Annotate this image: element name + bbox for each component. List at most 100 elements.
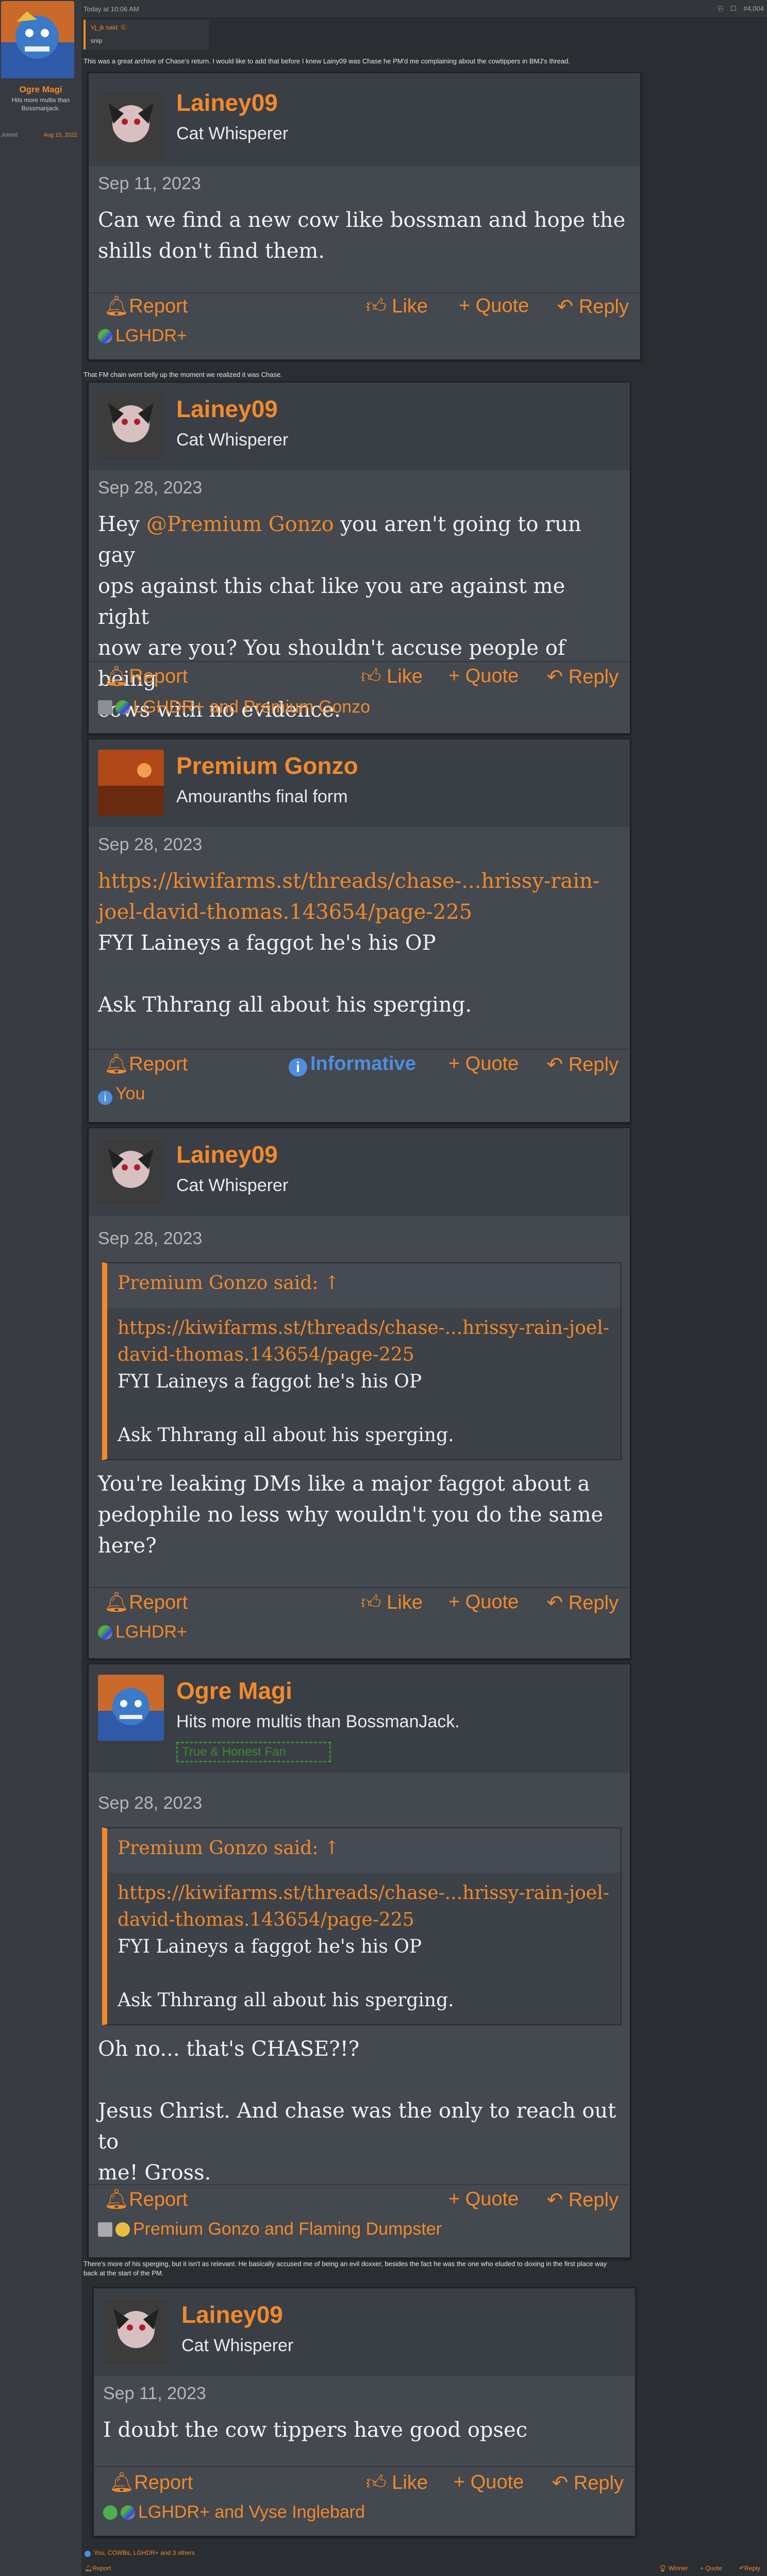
card-username: Ogre Magi bbox=[176, 1677, 292, 1704]
message-line: Can we find a new cow like bossman and h… bbox=[98, 208, 626, 232]
divider bbox=[89, 1049, 630, 1050]
report-button: 🔔︎Report bbox=[104, 1053, 188, 1075]
card-message: You're leaking DMs like a major faggot a… bbox=[98, 1468, 621, 1561]
document-icon bbox=[98, 700, 112, 715]
card-date: Sep 11, 2023 bbox=[98, 174, 201, 193]
message-line: You're leaking DMs like a major faggot a… bbox=[98, 1472, 590, 1496]
info-icon bbox=[85, 2551, 91, 2557]
rainbow-icon bbox=[98, 329, 112, 343]
message-line: Jesus Christ. And chase was the only to … bbox=[98, 2099, 616, 2154]
avatar bbox=[98, 1675, 164, 1741]
avatar bbox=[98, 93, 164, 159]
bookmark-icon[interactable]: ☐ bbox=[730, 5, 737, 12]
screenshot-card: Lainey09 Cat Whisperer Sep 11, 2023 I do… bbox=[93, 2287, 636, 2537]
card-message: Oh no... that's CHASE?!? Jesus Christ. A… bbox=[98, 2034, 621, 2188]
message-line: shills don't find them. bbox=[98, 239, 325, 263]
post-header: Today at 10:06 AM ⎘ ☐ #4,004 bbox=[81, 0, 767, 18]
post-reactions[interactable]: You, COWBs, LGHDR+ and 3 others bbox=[85, 2549, 195, 2557]
report-button: 🔔︎Report bbox=[109, 2472, 193, 2494]
rainbow-icon bbox=[121, 2505, 135, 2520]
report-button: 🔔︎Report bbox=[104, 1592, 188, 1613]
post-text-mid: That FM chain went belly up the moment w… bbox=[84, 371, 282, 378]
bell-icon: 🔔︎ bbox=[104, 1592, 129, 1613]
info-icon: i bbox=[289, 1058, 307, 1077]
screenshot-card: Lainey09 Cat Whisperer Sep 11, 2023 Can … bbox=[88, 72, 641, 360]
bell-icon: 🔔︎ bbox=[104, 666, 129, 687]
screenshot-card: Lainey09 Cat Whisperer Sep 28, 2023 Hey … bbox=[88, 382, 631, 734]
message-line: Ask Thhrang all about his sperging. bbox=[98, 993, 472, 1017]
post-text-end: There's more of his sperging, but it isn… bbox=[84, 2260, 607, 2268]
informative-reaction: i Informative bbox=[289, 1053, 416, 1077]
quote-button: + Quote bbox=[448, 1053, 519, 1075]
message-line: ops against this chat like you are again… bbox=[98, 574, 565, 629]
bell-icon: 🔔︎ bbox=[104, 2189, 129, 2210]
author-name[interactable]: Ogre Magi bbox=[0, 85, 81, 95]
reply-button[interactable]: ↶Reply bbox=[739, 2565, 760, 2572]
quote-author[interactable]: Vj_jk said: Ⓒ bbox=[91, 23, 127, 31]
winner-button[interactable]: 🏆︎ Winner bbox=[659, 2565, 688, 2572]
reply-button: ↶ Reply bbox=[546, 2189, 619, 2211]
post-number[interactable]: #4,004 bbox=[743, 5, 764, 12]
card-actions: 🔔︎Report 👍︎ Like + Quote ↶ Reply bbox=[103, 2471, 628, 2502]
bbcode-quote: Vj_jk said: Ⓒ snip bbox=[84, 20, 209, 49]
report-button: 🔔︎Report bbox=[104, 295, 188, 317]
quote-button: + Quote bbox=[454, 2471, 524, 2493]
like-button: 👍︎ Like bbox=[366, 295, 428, 317]
reply-icon: ↶ bbox=[552, 2472, 569, 2494]
reaction-summary: LGHDR+ bbox=[98, 326, 187, 346]
card-message: Can we find a new cow like bossman and h… bbox=[98, 205, 631, 267]
thumbs-up-icon: 👍︎ bbox=[366, 295, 387, 317]
reply-button: ↶ Reply bbox=[546, 1592, 619, 1614]
avatar[interactable] bbox=[1, 1, 74, 78]
avatar bbox=[98, 750, 164, 816]
post-actions: 🔔︎Report 🏆︎ Winner + Quote ↶Reply bbox=[81, 2565, 767, 2575]
card-date: Sep 28, 2023 bbox=[98, 835, 203, 854]
quote-button[interactable]: + Quote bbox=[700, 2565, 722, 2572]
info-icon: i bbox=[98, 1091, 112, 1105]
card-user-title: Hits more multis than BossmanJack. bbox=[176, 1712, 460, 1731]
post-date[interactable]: Today at 10:06 AM bbox=[84, 5, 139, 13]
checkmark-icon bbox=[103, 2505, 118, 2520]
divider bbox=[89, 661, 630, 662]
quote-author: Premium Gonzo said: ↑ bbox=[118, 1273, 340, 1294]
thumbs-up-icon: 👍︎ bbox=[361, 666, 381, 687]
avatar bbox=[98, 393, 164, 459]
embedded-quote: Premium Gonzo said: ↑ https://kiwifarms.… bbox=[102, 1827, 622, 2025]
thread-link: https://kiwifarms.st/threads/chase-...hr… bbox=[118, 1317, 609, 1339]
reply-icon: ↶ bbox=[546, 1592, 563, 1614]
card-username: Lainey09 bbox=[176, 1141, 278, 1168]
quote-button: + Quote bbox=[459, 295, 529, 317]
card-date: Sep 28, 2023 bbox=[98, 478, 203, 498]
thumbs-up-icon: 👍︎ bbox=[361, 1592, 381, 1613]
thread-link: https://kiwifarms.st/threads/chase-...hr… bbox=[98, 869, 600, 893]
card-user-title: Cat Whisperer bbox=[176, 1176, 289, 1195]
card-header: Lainey09 Cat Whisperer bbox=[89, 1128, 630, 1216]
avatar bbox=[98, 1138, 164, 1204]
card-username: Premium Gonzo bbox=[176, 752, 358, 779]
message-line: FYI Laineys a faggot he's his OP bbox=[98, 931, 436, 955]
rainbow-icon bbox=[98, 1625, 112, 1640]
bell-icon: 🔔︎ bbox=[109, 2472, 135, 2494]
quote-body: https://kiwifarms.st/threads/chase-...hr… bbox=[118, 1880, 610, 2014]
thread-link: david-thomas.143654/page-225 bbox=[118, 1344, 414, 1365]
thread-link: joel-david-thomas.143654/page-225 bbox=[98, 900, 473, 924]
card-message: I doubt the cow tippers have good opsec bbox=[103, 2415, 626, 2446]
message-line: me! Gross. bbox=[98, 2161, 211, 2185]
reaction-summary: LGHDR+ and Premium Gonzo bbox=[98, 697, 370, 717]
fire-icon bbox=[115, 2222, 130, 2237]
wrench-icon bbox=[98, 2222, 112, 2237]
message-line: I doubt the cow tippers have good opsec bbox=[103, 2418, 528, 2442]
divider bbox=[89, 1587, 630, 1588]
card-date: Sep 28, 2023 bbox=[98, 1229, 203, 1248]
card-header: Lainey09 Cat Whisperer bbox=[94, 2288, 635, 2376]
card-header: Lainey09 Cat Whisperer bbox=[89, 383, 630, 470]
post-text-end: back at the start of the PM. bbox=[84, 2269, 164, 2277]
card-username: Lainey09 bbox=[176, 89, 278, 116]
reaction-summary: i You bbox=[98, 1084, 145, 1105]
report-button[interactable]: 🔔︎Report bbox=[85, 2565, 111, 2572]
quote-button: + Quote bbox=[448, 665, 519, 687]
card-actions: 🔔︎Report + Quote ↶ Reply bbox=[98, 2188, 623, 2219]
share-icon[interactable]: ⎘ bbox=[718, 5, 723, 12]
like-button: 👍︎ Like bbox=[361, 666, 423, 687]
card-header: Ogre Magi Hits more multis than BossmanJ… bbox=[89, 1664, 630, 1773]
